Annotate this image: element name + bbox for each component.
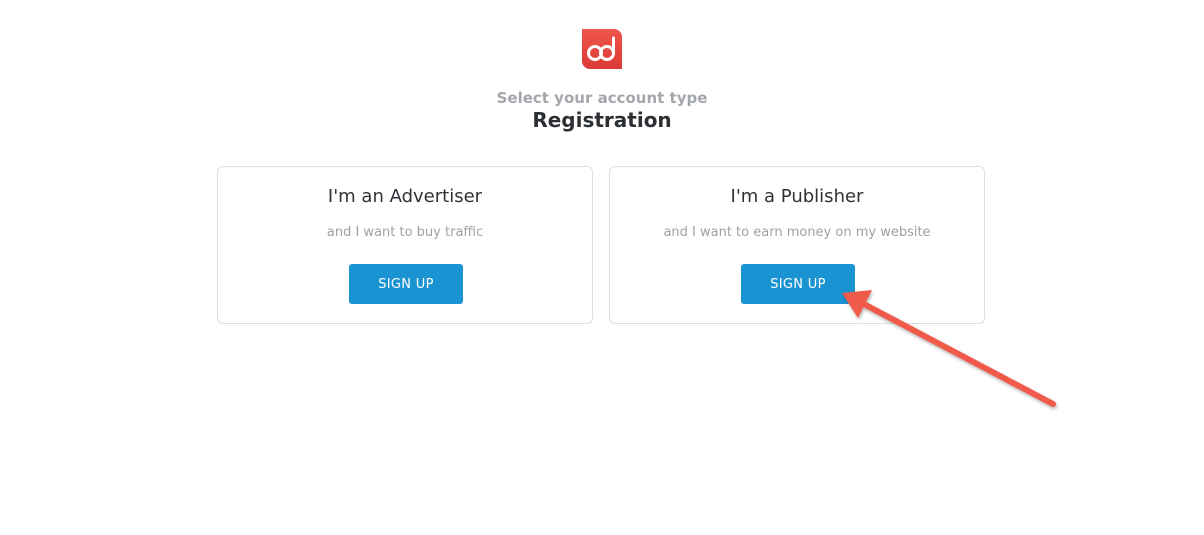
publisher-card: I'm a Publisher and I want to earn money… (609, 166, 985, 324)
publisher-signup-button[interactable]: SIGN UP (741, 264, 855, 304)
advertiser-card-title: I'm an Advertiser (327, 186, 483, 207)
account-type-subtitle: Select your account type (496, 89, 708, 107)
advertiser-card: I'm an Advertiser and I want to buy traf… (217, 166, 593, 324)
publisher-card-description: and I want to earn money on my website (663, 225, 931, 240)
publisher-card-title: I'm a Publisher (730, 186, 864, 207)
ad-logo-icon (582, 29, 622, 69)
page-title: Registration (532, 108, 672, 132)
advertiser-signup-button[interactable]: SIGN UP (349, 264, 463, 304)
registration-page: Select your account type Registration I'… (0, 0, 1204, 535)
advertiser-card-description: and I want to buy traffic (326, 225, 484, 240)
pointer-arrow-icon (842, 290, 1056, 407)
